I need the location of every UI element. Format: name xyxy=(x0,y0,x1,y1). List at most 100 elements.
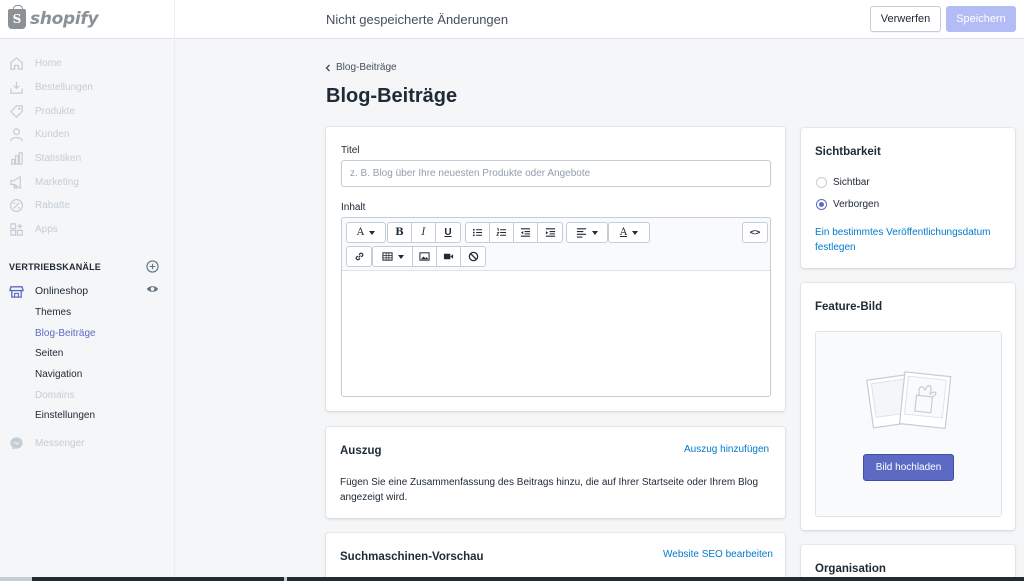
sidebar-item-discounts[interactable]: Rabatte xyxy=(8,195,70,215)
radio-button-checked[interactable] xyxy=(816,199,827,210)
sidebar-item-products[interactable]: Produkte xyxy=(8,101,75,121)
excerpt-title: Auszug xyxy=(340,445,382,457)
sidebar-item-apps[interactable]: Apps xyxy=(8,219,58,239)
radio-visible[interactable]: Sichtbar xyxy=(816,177,870,188)
clear-formatting-button[interactable] xyxy=(461,247,485,266)
bullet-list-button[interactable] xyxy=(466,223,490,242)
numbered-list-button[interactable] xyxy=(490,223,514,242)
text-color-glyph: A xyxy=(619,227,628,238)
sidebar-subitem-pages[interactable]: Seiten xyxy=(35,348,63,359)
sidebar-item-customers[interactable]: Kunden xyxy=(8,124,69,144)
organisation-card: Organisation xyxy=(801,545,1015,581)
add-excerpt-link[interactable]: Auszug hinzufügen xyxy=(684,444,769,455)
underline-button[interactable]: U xyxy=(436,223,460,242)
title-input[interactable]: z. B. Blog über Ihre neuesten Produkte o… xyxy=(341,160,771,187)
tag-icon xyxy=(8,103,24,119)
view-store-eye-icon[interactable] xyxy=(146,284,159,294)
sidebar-subitem-domains[interactable]: Domains xyxy=(35,390,74,401)
editor-toolbar: A B I U A <> xyxy=(342,218,770,271)
radio-label: Sichtbar xyxy=(833,177,870,188)
outdent-icon xyxy=(520,228,531,237)
person-icon xyxy=(8,126,24,142)
caret-icon xyxy=(632,230,639,235)
unsaved-changes-message: Nicht gespeicherte Änderungen xyxy=(326,12,509,27)
align-left-icon xyxy=(576,228,587,238)
scrollbar-segment xyxy=(287,577,1024,581)
align-group xyxy=(566,222,608,243)
image-dropzone[interactable]: Bild hochladen xyxy=(815,331,1002,517)
table-dropdown[interactable] xyxy=(373,247,413,266)
save-button[interactable]: Speichern xyxy=(946,6,1016,32)
discard-button[interactable]: Verwerfen xyxy=(870,6,941,32)
format-group: B I U xyxy=(387,222,461,243)
radio-button[interactable] xyxy=(816,177,827,188)
caret-icon xyxy=(592,230,598,235)
text-style-glyph: A xyxy=(356,227,365,238)
bold-button[interactable]: B xyxy=(388,223,412,242)
radio-hidden[interactable]: Verborgen xyxy=(816,199,879,210)
visibility-title: Sichtbarkeit xyxy=(815,146,881,158)
visibility-card: Sichtbarkeit Sichtbar Verborgen Ein best… xyxy=(801,128,1015,268)
sidebar-item-marketing[interactable]: Marketing xyxy=(8,172,79,192)
sidebar-item-label: Onlineshop xyxy=(35,285,89,297)
insert-group xyxy=(372,246,486,267)
edit-seo-link[interactable]: Website SEO bearbeiten xyxy=(663,549,773,560)
insert-video-button[interactable] xyxy=(437,247,461,266)
schedule-publish-link[interactable]: Ein bestimmtes Veröffentlichungsdatum fe… xyxy=(815,225,1005,255)
post-card: Titel z. B. Blog über Ihre neuesten Prod… xyxy=(326,127,785,411)
sidebar-subitem-navigation[interactable]: Navigation xyxy=(35,369,82,380)
shopify-logo[interactable]: S shopify xyxy=(0,0,175,39)
text-color-dropdown[interactable]: A xyxy=(609,223,649,242)
outdent-button[interactable] xyxy=(514,223,538,242)
italic-button[interactable]: I xyxy=(412,223,436,242)
sidebar-item-label: Marketing xyxy=(35,176,79,188)
radio-label: Verborgen xyxy=(833,199,880,210)
content-editor[interactable]: A B I U A <> xyxy=(341,217,771,397)
indent-button[interactable] xyxy=(538,223,562,242)
table-icon xyxy=(381,252,393,261)
sidebar-item-label: Messenger xyxy=(35,437,85,449)
shopify-bag-icon: S xyxy=(8,5,26,29)
sidebar-subitem-settings[interactable]: Einstellungen xyxy=(35,410,95,421)
upload-image-button[interactable]: Bild hochladen xyxy=(863,454,954,481)
insert-image-button[interactable] xyxy=(413,247,437,266)
breadcrumb[interactable]: Blog-Beiträge xyxy=(324,62,397,73)
chevron-left-icon xyxy=(325,64,330,71)
scrollbar-segment xyxy=(32,577,284,581)
link-group xyxy=(346,246,372,267)
excerpt-description: Fügen Sie eine Zusammenfassung des Beitr… xyxy=(340,477,759,503)
sidebar-subitem-blog-posts[interactable]: Blog-Beiträge xyxy=(35,328,96,339)
megaphone-icon xyxy=(8,174,24,190)
insert-link-button[interactable] xyxy=(347,247,371,266)
sidebar-subitem-themes[interactable]: Themes xyxy=(35,307,71,318)
apps-icon xyxy=(8,221,24,237)
sidebar-item-home[interactable]: Home xyxy=(8,53,62,73)
align-dropdown[interactable] xyxy=(567,223,607,242)
numbered-list-icon xyxy=(496,228,507,236)
text-style-dropdown[interactable]: A xyxy=(347,223,385,242)
breadcrumb-label: Blog-Beiträge xyxy=(336,62,397,73)
sidebar-item-online-store[interactable]: Onlineshop xyxy=(8,283,88,299)
sidebar-item-analytics[interactable]: Statistiken xyxy=(8,148,81,168)
bar-chart-icon xyxy=(8,150,24,166)
sidebar-item-label: Rabatte xyxy=(35,199,71,211)
orders-icon xyxy=(8,79,24,95)
html-toggle-button[interactable]: <> xyxy=(743,223,767,242)
image-placeholder-icon xyxy=(866,371,952,430)
sidebar-item-label: Bestellungen xyxy=(35,81,93,93)
add-channel-icon[interactable] xyxy=(146,260,159,273)
image-icon xyxy=(419,252,430,261)
discount-icon xyxy=(8,197,24,213)
title-label: Titel xyxy=(341,145,360,156)
indent-icon xyxy=(545,228,555,237)
sales-channels-heading: VERTRIEBSKANÄLE xyxy=(9,262,102,272)
sidebar-item-orders[interactable]: Bestellungen xyxy=(8,77,93,97)
content-label: Inhalt xyxy=(341,202,366,213)
page-title: Blog-Beiträge xyxy=(326,85,458,107)
clear-formatting-icon xyxy=(468,251,478,262)
video-icon xyxy=(443,253,454,260)
sidebar-item-label: Produkte xyxy=(35,105,76,117)
feature-image-card: Feature-Bild Bild hochladen xyxy=(801,283,1015,530)
html-group: <> xyxy=(742,222,768,243)
sidebar-item-messenger[interactable]: Messenger xyxy=(8,435,84,451)
